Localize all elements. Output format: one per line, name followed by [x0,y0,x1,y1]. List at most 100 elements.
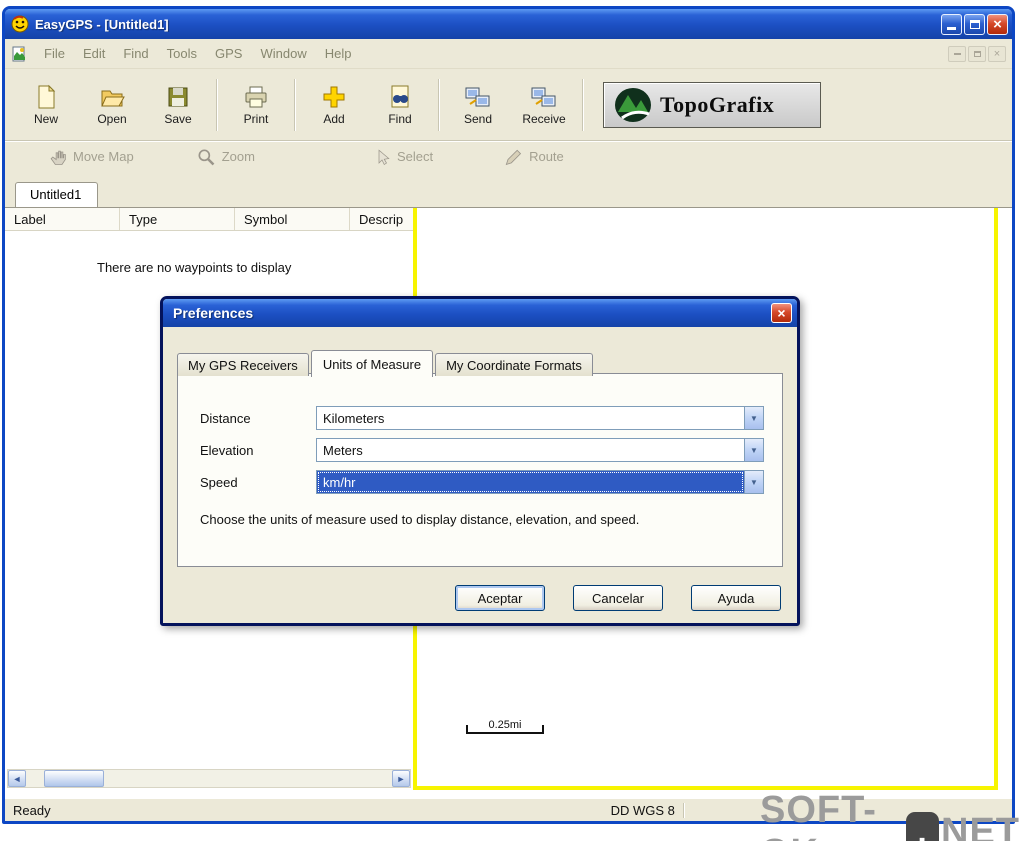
send-button[interactable]: Send [445,74,511,136]
column-header-symbol[interactable]: Symbol [235,208,350,230]
toolbar-separator [294,79,296,131]
save-floppy-icon [168,87,188,107]
units-of-measure-panel: Distance Kilometers ▼ Elevation Meters ▼ [177,373,783,567]
watermark-prefix: SOFT-OK [760,789,877,841]
column-header-description[interactable]: Descrip [350,208,413,230]
menu-tools[interactable]: Tools [158,43,206,64]
move-map-tool[interactable]: Move Map [47,147,134,167]
scroll-right-icon: ► [396,773,406,784]
receive-gps-icon [531,87,556,107]
pane-divider-right [994,208,998,788]
toolbar-separator [582,79,584,131]
chevron-down-icon: ▼ [750,413,758,423]
mdi-minimize-button[interactable] [948,45,966,62]
tab-units-of-measure[interactable]: Units of Measure [310,350,434,377]
add-button[interactable]: Add [301,74,367,136]
chevron-down-icon: ▼ [750,445,758,455]
dialog-close-button[interactable]: × [771,303,792,323]
topografix-mountain-icon [615,88,651,122]
find-label: Find [388,112,412,126]
mdi-close-button[interactable]: × [988,45,1006,62]
horizontal-scrollbar[interactable]: ◄ ► [7,769,411,788]
maximize-button[interactable] [964,13,985,35]
aceptar-button[interactable]: Aceptar [455,585,545,611]
minimize-icon [947,27,956,30]
receive-label: Receive [522,112,566,126]
select-tool[interactable]: Select [373,147,433,167]
distance-dropdown-button[interactable]: ▼ [744,407,763,429]
new-button[interactable]: New [13,74,79,136]
tab-my-coordinate-formats[interactable]: My Coordinate Formats [435,353,593,376]
receive-button[interactable]: Receive [511,74,577,136]
zoom-label: Zoom [221,149,255,164]
find-binoculars-icon [391,85,409,108]
tab-untitled1[interactable]: Untitled1 [15,182,99,207]
hand-icon [50,150,66,165]
speed-combobox[interactable]: km/hr ▼ [316,470,764,494]
distance-value: Kilometers [323,410,385,426]
add-plus-icon [323,86,345,108]
tab-my-gps-receivers[interactable]: My GPS Receivers [177,353,309,376]
open-button[interactable]: Open [79,74,145,136]
send-gps-icon [465,87,490,107]
menu-window[interactable]: Window [251,43,315,64]
scroll-right-button[interactable]: ► [392,770,410,787]
mdi-window-controls: × [948,45,1006,62]
elevation-combobox[interactable]: Meters ▼ [316,438,764,462]
elevation-dropdown-button[interactable]: ▼ [744,439,763,461]
menu-bar: File Edit Find Tools GPS Window Help × [5,39,1012,69]
easygps-window: EasyGPS - [Untitled1] × File Edit Find T… [2,6,1015,824]
ayuda-button[interactable]: Ayuda [691,585,781,611]
menu-edit[interactable]: Edit [74,43,114,64]
status-ready: Ready [13,802,51,818]
print-icon [245,86,267,108]
close-icon: × [993,15,1002,33]
column-header-label[interactable]: Label [5,208,120,230]
zoom-tool[interactable]: Zoom [196,147,255,167]
new-file-icon [38,84,56,109]
menu-help[interactable]: Help [316,43,361,64]
toolbar-separator [438,79,440,131]
watermark-suffix: NET [941,810,1020,841]
map-scale-label: 0.25mi [488,719,522,731]
menu-find[interactable]: Find [114,43,157,64]
save-button[interactable]: Save [145,74,211,136]
dialog-body: My GPS Receivers Units of Measure My Coo… [163,327,797,623]
map-scale-bar: 0.25mi [466,718,544,734]
distance-label: Distance [200,410,251,426]
window-title: EasyGPS - [Untitled1] [35,16,169,32]
scrollbar-thumb[interactable] [44,770,104,787]
magnifier-icon [198,149,215,165]
content-area: Label Type Symbol Descrip There are no w… [5,207,1012,798]
minimize-button[interactable] [941,13,962,35]
dialog-title-bar: Preferences × [163,299,797,327]
dialog-buttons: Aceptar Cancelar Ayuda [455,585,781,611]
soft-ok-watermark: SOFT-OK . NET [760,789,1020,841]
menu-file[interactable]: File [35,43,74,64]
elevation-label: Elevation [200,442,254,458]
mdi-restore-button[interactable] [968,45,986,62]
dialog-tabs: My GPS Receivers Units of Measure My Coo… [177,349,595,377]
cancelar-button[interactable]: Cancelar [573,585,663,611]
elevation-field-row: Elevation Meters ▼ [178,438,782,462]
distance-combobox[interactable]: Kilometers ▼ [316,406,764,430]
title-bar: EasyGPS - [Untitled1] × [5,9,1012,39]
map-document-icon [12,46,25,61]
print-button[interactable]: Print [223,74,289,136]
route-tool[interactable]: Route [503,147,564,167]
find-button[interactable]: Find [367,74,433,136]
distance-field-row: Distance Kilometers ▼ [178,406,782,430]
select-label: Select [396,149,434,164]
close-button[interactable]: × [987,13,1008,35]
mdi-minimize-icon [953,52,961,55]
scroll-left-button[interactable]: ◄ [8,770,26,787]
scroll-left-icon: ◄ [12,773,22,784]
speed-dropdown-button[interactable]: ▼ [744,471,763,493]
open-folder-icon [101,90,125,107]
scrollbar-track[interactable] [26,770,392,787]
dialog-close-icon: × [777,305,786,321]
mdi-restore-icon [973,50,981,57]
menu-gps[interactable]: GPS [206,43,251,64]
column-header-type[interactable]: Type [120,208,235,230]
main-toolbar: New Open Save Print Add Find Send Receiv… [5,69,1012,141]
